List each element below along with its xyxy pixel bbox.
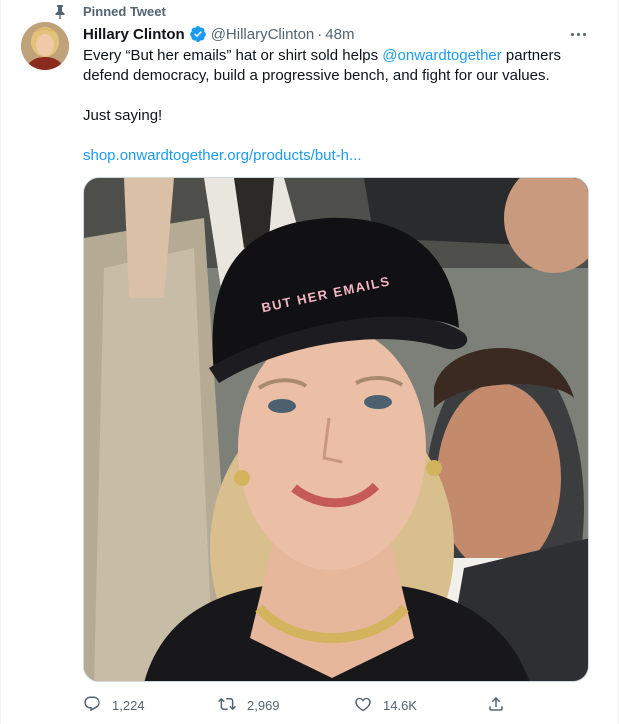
heart-icon (354, 695, 372, 716)
tweet-line-2: defend democracy, build a progressive be… (83, 67, 550, 84)
retweet-count: 2,969 (247, 697, 280, 713)
shop-link[interactable]: shop.onwardtogether.org/products/but-h..… (83, 147, 362, 164)
retweet-icon (218, 695, 236, 716)
more-options-icon[interactable] (566, 26, 590, 42)
share-icon (487, 695, 505, 716)
author-handle[interactable]: @HillaryClinton (211, 26, 315, 43)
pin-icon (53, 4, 67, 20)
tweet-line-3: Just saying! (83, 107, 163, 124)
tweet-text: Every “But her emails” hat or shirt sold… (83, 46, 583, 166)
like-count: 14.6K (383, 697, 417, 713)
reply-button[interactable]: 1,224 (83, 694, 145, 716)
header-separator: · (317, 25, 323, 43)
tweet-timestamp[interactable]: 48m (325, 26, 354, 43)
tweet-line-1-end: partners (501, 47, 561, 64)
avatar[interactable] (21, 22, 69, 70)
tweet-header: Hillary Clinton @HillaryClinton · 48m (83, 24, 354, 44)
tweet-actions: 1,224 2,969 14.6K (83, 694, 523, 716)
pinned-label: Pinned Tweet (83, 4, 166, 19)
verified-badge-icon (189, 25, 207, 43)
reply-icon (83, 695, 101, 716)
mention-link[interactable]: @onwardtogether (382, 47, 501, 64)
reply-count: 1,224 (112, 697, 145, 713)
tweet-card[interactable]: Pinned Tweet Hillary Clinton @HillaryCli… (0, 0, 619, 724)
retweet-button[interactable]: 2,969 (218, 694, 280, 716)
author-name[interactable]: Hillary Clinton (83, 26, 185, 43)
tweet-line-1: Every “But her emails” hat or shirt sold… (83, 46, 583, 66)
tweet-line-1-start: Every “But her emails” hat or shirt sold… (83, 47, 383, 64)
like-button[interactable]: 14.6K (354, 694, 417, 716)
tweet-photo[interactable]: BUT HER EMAILS (83, 177, 589, 682)
pinned-indicator: Pinned Tweet (53, 3, 166, 21)
share-button[interactable] (487, 694, 505, 716)
